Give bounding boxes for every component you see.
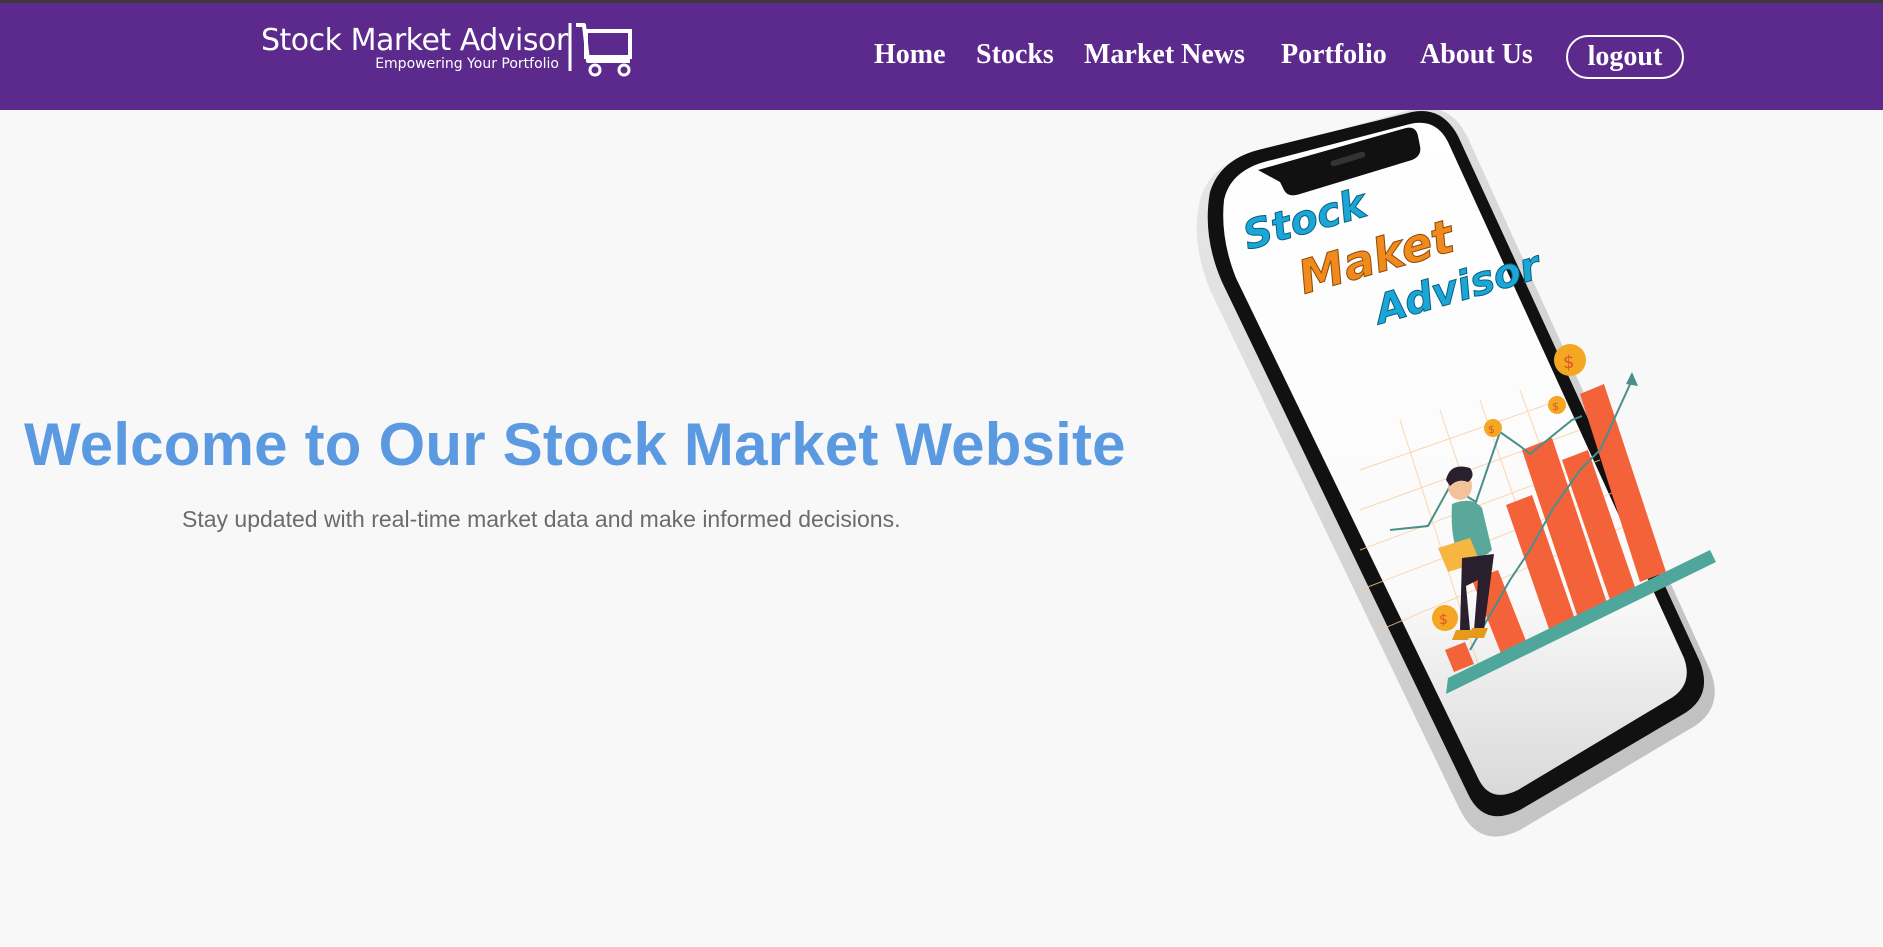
logout-button[interactable]: logout: [1566, 35, 1684, 79]
nav-stocks[interactable]: Stocks: [976, 39, 1054, 71]
coin-symbol: $: [1563, 352, 1574, 373]
logo-title: Stock Market Advisor: [261, 23, 568, 58]
hero-subtitle: Stay updated with real-time market data …: [182, 506, 901, 532]
nav-home[interactable]: Home: [874, 39, 946, 71]
arrow-head-icon: [1626, 372, 1638, 386]
nav-portfolio[interactable]: Portfolio: [1281, 39, 1387, 71]
nav-market-news[interactable]: Market News: [1084, 39, 1245, 71]
phone-illustration-graphic: Stock Maket Advisor $ $ $ $: [1196, 107, 1716, 837]
site-logo[interactable]: Stock Market Advisor Empowering Your Por…: [261, 21, 641, 81]
phone-illustration: Stock Maket Advisor $ $ $ $: [1180, 107, 1820, 860]
nav-about-us[interactable]: About Us: [1420, 39, 1533, 71]
coin-symbol: $: [1488, 423, 1495, 436]
coin-symbol: $: [1439, 612, 1448, 628]
coin-symbol: $: [1552, 400, 1559, 413]
cart-icon: [568, 23, 632, 77]
logo-subtitle: Empowering Your Portfolio: [375, 56, 559, 72]
hero-title: Welcome to Our Stock Market Website: [24, 411, 1126, 478]
navbar: Stock Market Advisor Empowering Your Por…: [0, 3, 1883, 110]
